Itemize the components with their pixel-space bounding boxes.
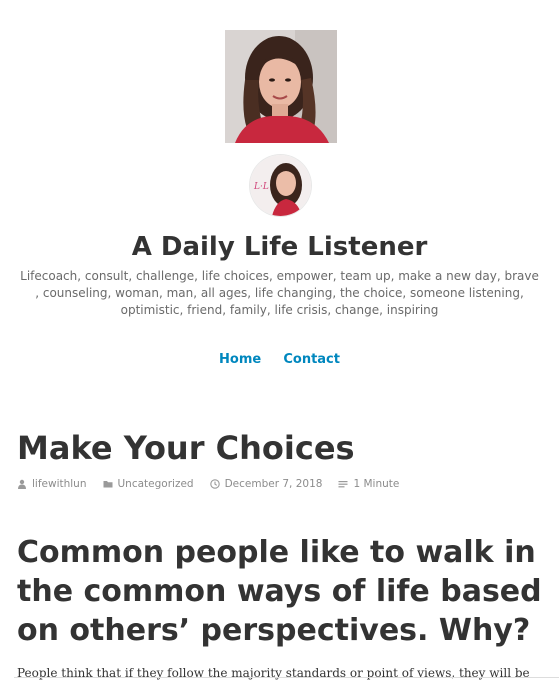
- bottom-divider: [14, 677, 559, 678]
- post-author[interactable]: lifewithlun: [17, 477, 87, 491]
- post-date-text[interactable]: December 7, 2018: [225, 477, 323, 491]
- main-navigation: Home Contact: [0, 351, 559, 369]
- lines-icon: [338, 481, 348, 488]
- avatar-initials: L·L: [253, 182, 269, 192]
- post-subheading: Common people like to walk in the common…: [17, 535, 542, 648]
- folder-icon: [103, 481, 112, 488]
- nav-home-link[interactable]: Home: [219, 352, 261, 367]
- post-body-text: People think that if they follow the maj…: [17, 666, 530, 680]
- post-category[interactable]: Uncategorized: [103, 477, 194, 491]
- person-icon: [18, 479, 26, 489]
- post-meta: lifewithlun Uncategorized December 7, 20…: [17, 477, 415, 491]
- avatar-photo: L·L: [250, 155, 311, 216]
- post-reading-time: 1 Minute: [338, 477, 399, 491]
- post-author-name[interactable]: lifewithlun: [32, 477, 87, 491]
- site-description: Lifecoach, consult, challenge, life choi…: [20, 269, 539, 317]
- post-category-name[interactable]: Uncategorized: [118, 477, 194, 491]
- post-title[interactable]: Make Your Choices: [17, 427, 355, 469]
- post-reading-time-text: 1 Minute: [353, 478, 400, 490]
- header-photo: [225, 30, 337, 143]
- nav-contact-link[interactable]: Contact: [283, 352, 340, 367]
- clock-icon: [209, 479, 220, 489]
- header-image[interactable]: [225, 30, 337, 143]
- page: L·L A Daily Life Listener Lifecoach, con…: [0, 0, 559, 684]
- avatar[interactable]: L·L: [250, 155, 311, 216]
- post-date[interactable]: December 7, 2018: [209, 477, 323, 491]
- site-title[interactable]: A Daily Life Listener: [0, 227, 559, 267]
